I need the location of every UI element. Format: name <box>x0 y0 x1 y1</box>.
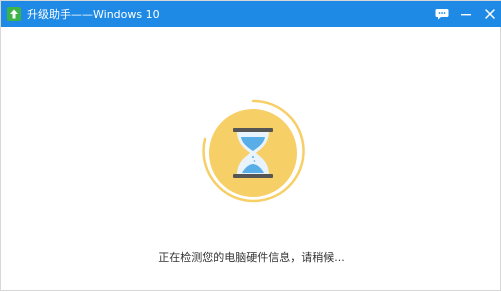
hourglass-icon <box>202 99 305 203</box>
upgrade-assistant-window: 升级助手——Windows 10 正在检测您的电脑硬件信息，请稍候... <box>0 0 501 291</box>
window-title: 升级助手——Windows 10 <box>27 8 160 21</box>
window-controls <box>430 1 501 27</box>
minimize-icon <box>461 14 471 16</box>
app-upgrade-icon <box>7 7 21 21</box>
title-bar: 升级助手——Windows 10 <box>1 1 501 27</box>
close-icon <box>485 9 495 19</box>
status-message: 正在检测您的电脑硬件信息，请稍候... <box>158 251 345 264</box>
loading-indicator <box>197 95 309 207</box>
minimize-button[interactable] <box>454 1 478 27</box>
feedback-button[interactable] <box>430 1 454 27</box>
main-content: 正在检测您的电脑硬件信息，请稍候... <box>1 27 501 292</box>
close-button[interactable] <box>478 1 501 27</box>
chat-bubble-icon <box>435 9 449 20</box>
